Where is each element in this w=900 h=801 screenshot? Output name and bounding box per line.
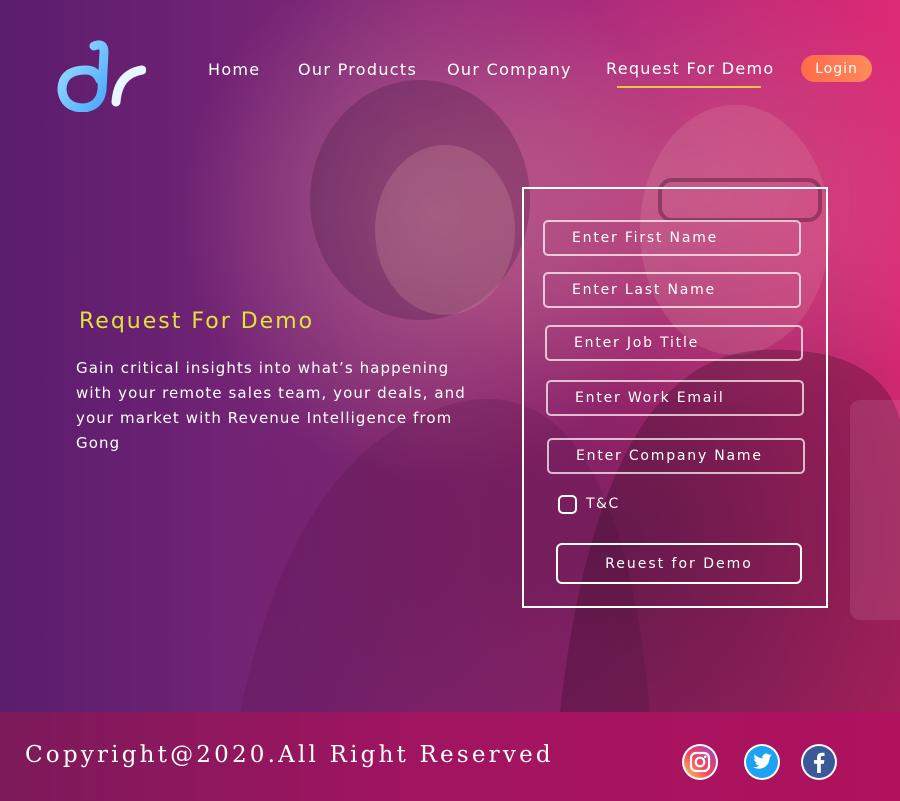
nav-our-products[interactable]: Our Products bbox=[298, 60, 417, 79]
hero-description: Gain critical insights into what’s happe… bbox=[76, 359, 466, 452]
facebook-icon[interactable] bbox=[800, 743, 838, 781]
copyright-text: Copyright@2020.All Right Reserved bbox=[25, 742, 554, 768]
tc-label: T&C bbox=[586, 496, 620, 512]
twitter-icon[interactable] bbox=[743, 743, 781, 781]
brand-logo[interactable] bbox=[56, 40, 146, 112]
nav-request-for-demo[interactable]: Request For Demo bbox=[606, 59, 775, 78]
footer: Copyright@2020.All Right Reserved bbox=[0, 712, 900, 801]
company-name-field[interactable]: Enter Company Name bbox=[547, 438, 805, 474]
nav-home[interactable]: Home bbox=[208, 60, 260, 79]
first-name-field[interactable]: Enter First Name bbox=[543, 220, 801, 256]
job-title-field[interactable]: Enter Job Title bbox=[545, 325, 803, 361]
work-email-field[interactable]: Enter Work Email bbox=[546, 380, 804, 416]
last-name-field[interactable]: Enter Last Name bbox=[543, 272, 801, 308]
active-nav-underline bbox=[617, 86, 761, 88]
request-demo-submit-button[interactable]: Reuest for Demo bbox=[556, 543, 802, 584]
instagram-icon[interactable] bbox=[681, 743, 719, 781]
tc-checkbox[interactable] bbox=[558, 495, 577, 514]
login-button[interactable]: Login bbox=[801, 55, 872, 82]
hero-title: Request For Demo bbox=[79, 309, 315, 334]
nav-our-company[interactable]: Our Company bbox=[447, 60, 572, 79]
